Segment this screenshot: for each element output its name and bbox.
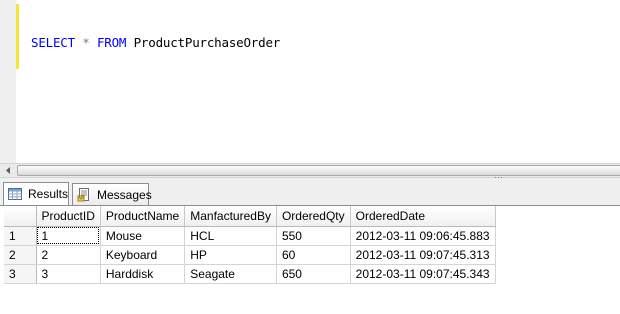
star-operator: *: [82, 35, 90, 50]
table-cell[interactable]: Seagate: [184, 264, 277, 284]
change-tracking-bar: [16, 4, 19, 69]
results-grid-area: ProductID ProductName ManfacturedBy Orde…: [0, 206, 620, 314]
table-cell[interactable]: 60: [276, 245, 351, 265]
keyword-from: FROM: [96, 35, 127, 50]
horizontal-scrollbar[interactable]: [0, 163, 620, 183]
chevron-left-icon: [5, 167, 11, 174]
table-cell[interactable]: HP: [184, 245, 277, 265]
results-tabstrip: Results Messages: [0, 178, 620, 206]
table-cell[interactable]: 3: [36, 264, 101, 284]
table-row: 3 3 Harddisk Seagate 650 2012-03-11 09:0…: [4, 264, 496, 284]
table-cell[interactable]: 2012-03-11 09:06:45.883: [350, 226, 496, 246]
scroll-grip-icon: [495, 168, 503, 183]
query-line[interactable]: SELECT * FROM ProductPurchaseOrder: [31, 35, 280, 51]
table-name: ProductPurchaseOrder: [133, 35, 281, 50]
table-cell[interactable]: Keyboard: [100, 245, 186, 265]
column-header-productid[interactable]: ProductID: [36, 206, 101, 227]
keyword-select: SELECT: [31, 35, 75, 50]
scroll-thumb[interactable]: [17, 165, 620, 183]
table-cell[interactable]: HCL: [184, 226, 277, 246]
table-row: 2 2 Keyboard HP 60 2012-03-11 09:07:45.3…: [4, 245, 496, 265]
table-cell[interactable]: 650: [276, 264, 351, 284]
column-header-manfacturedby[interactable]: ManfacturedBy: [184, 206, 277, 227]
tab-results-label: Results: [28, 187, 69, 201]
table-cell[interactable]: 2012-03-11 09:07:45.343: [350, 264, 496, 284]
tab-messages-label: Messages: [97, 187, 152, 202]
query-editor[interactable]: SELECT * FROM ProductPurchaseOrder: [0, 0, 620, 163]
column-header-productname[interactable]: ProductName: [100, 206, 186, 227]
column-header-ordereddate[interactable]: OrderedDate: [350, 206, 496, 227]
table-row: 1 1 Mouse HCL 550 2012-03-11 09:06:45.88…: [4, 226, 496, 246]
results-grid[interactable]: ProductID ProductName ManfacturedBy Orde…: [4, 206, 496, 284]
editor-margin: [0, 0, 16, 163]
grid-icon: [8, 188, 22, 200]
row-number[interactable]: 2: [4, 245, 37, 265]
column-header-orderedqty[interactable]: OrderedQty: [276, 206, 351, 227]
grid-corner[interactable]: [4, 206, 37, 227]
table-cell[interactable]: 2: [36, 245, 101, 265]
table-cell[interactable]: Harddisk: [100, 264, 186, 284]
grid-header-row: ProductID ProductName ManfacturedBy Orde…: [4, 206, 496, 227]
scroll-left-button[interactable]: [0, 164, 16, 177]
row-number[interactable]: 3: [4, 264, 37, 284]
table-cell[interactable]: 2012-03-11 09:07:45.313: [350, 245, 496, 265]
row-number[interactable]: 1: [4, 226, 37, 246]
messages-icon: [77, 187, 91, 202]
table-cell[interactable]: Mouse: [100, 226, 186, 246]
table-cell[interactable]: 1: [36, 226, 101, 246]
tab-messages[interactable]: Messages: [72, 183, 152, 205]
table-cell[interactable]: 550: [276, 226, 351, 246]
tab-results[interactable]: Results: [3, 182, 69, 205]
